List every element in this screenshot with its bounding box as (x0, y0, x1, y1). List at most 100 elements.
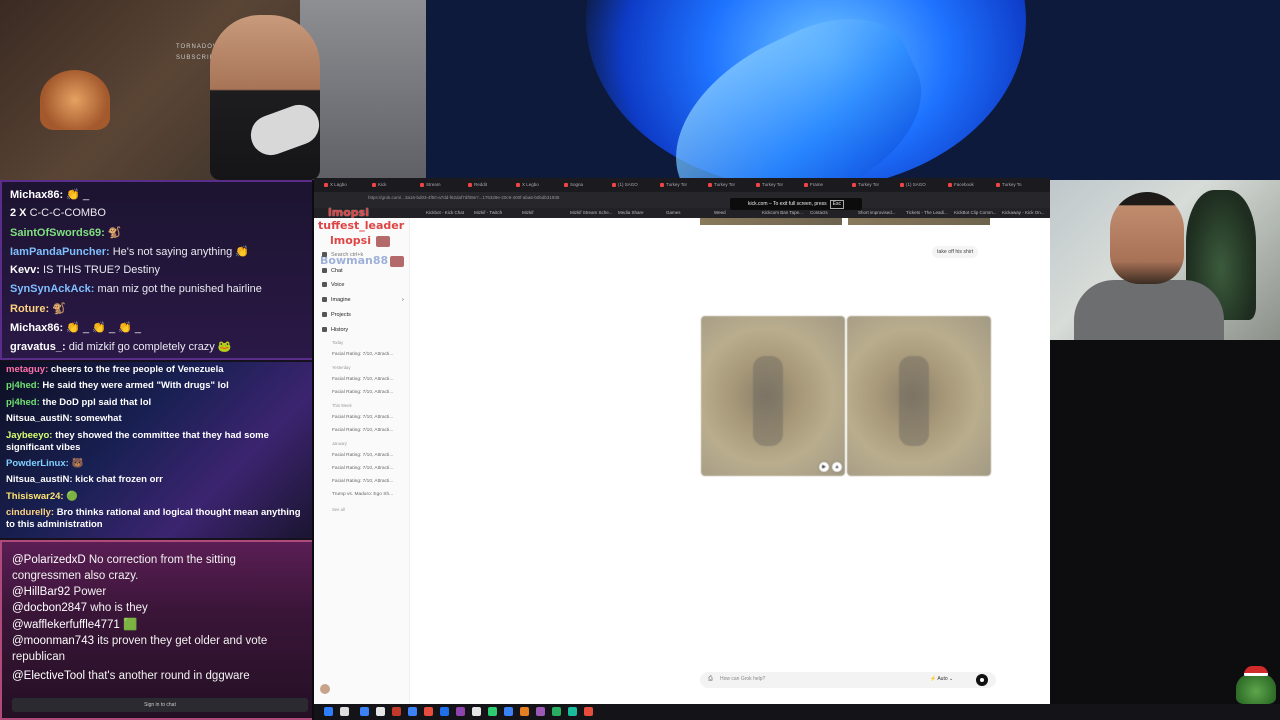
bookmark-item[interactable]: Media Share (618, 210, 644, 215)
play-icon[interactable]: ▶ (819, 462, 829, 472)
lock-icon[interactable]: ▲ (832, 462, 842, 472)
send-button[interactable] (976, 674, 988, 686)
taskbar-app-icon[interactable] (584, 707, 593, 716)
browser-tab[interactable]: Frame (802, 180, 850, 190)
model-mode-select[interactable]: ⚡ Auto ⌄ (930, 676, 953, 682)
composer-placeholder[interactable]: How can Grok help? (720, 676, 765, 682)
history-item[interactable]: Facial Rating: 7/10, Attracti... (332, 377, 393, 382)
bookmark-item[interactable]: Kickbot - Kick Chat (426, 210, 464, 215)
taskbar-app-icon[interactable] (520, 707, 529, 716)
user-avatar[interactable] (320, 684, 330, 694)
chat-message: @PolarizedxD No correction from the sitt… (12, 552, 304, 584)
taskbar-app-icon[interactable] (504, 707, 513, 716)
chat-message: cindurelly: Bro thinks rational and logi… (6, 507, 306, 531)
fullscreen-toast: kick.com – To exit full screen, press Esc (730, 198, 862, 210)
address-bar[interactable]: https://grok.com/...3a16-bd03-4f50-a7dd-… (314, 192, 1050, 208)
chat-message: Jaybeeyo: they showed the committee that… (6, 430, 306, 454)
sign-in-to-chat-button[interactable]: Sign in to chat (12, 698, 308, 712)
chat-username: Nitsua_austiN: (6, 474, 73, 485)
santa-frog-emote (1236, 666, 1276, 704)
chat-username: @PolarizedxD (12, 554, 86, 566)
chat-username: Nitsua_austiN: (6, 413, 73, 424)
browser-tab[interactable]: Sogna (562, 180, 610, 190)
taskbar-app-icon[interactable] (472, 707, 481, 716)
taskbar-app-icon[interactable] (488, 707, 497, 716)
browser-tab[interactable]: Stream (418, 180, 466, 190)
sidebar-item-voice[interactable]: Voice (322, 282, 344, 288)
volume-icon[interactable] (340, 707, 349, 716)
chat-text: 🐻 (71, 458, 84, 469)
browser-tab[interactable]: Reddit (466, 180, 514, 190)
taskbar-app-icon[interactable] (360, 707, 369, 716)
taskbar-app-icon[interactable] (568, 707, 577, 716)
taskbar-app-icon[interactable] (376, 707, 385, 716)
taskbar-app-icon[interactable] (440, 707, 449, 716)
chat-panel: Michax86: 👏 _ 2 X C-C-C-COMBO SaintOfSword… (0, 180, 312, 720)
bookmark-item[interactable]: Games (666, 210, 681, 215)
history-item[interactable]: Facial Rating: 7/10, Attracti... (332, 352, 393, 357)
sidebar-item-history[interactable]: History (322, 327, 348, 333)
chat-username: metaguy: (6, 364, 49, 375)
bookmark-item[interactable]: Mizkif Stream Sche... (570, 210, 613, 215)
grok-composer[interactable]: ⎙ How can Grok help? ⚡ Auto ⌄ (700, 672, 996, 688)
taskbar-app-icon[interactable] (392, 707, 401, 716)
history-item[interactable]: Facial Rating: 7/10, Attracti... (332, 466, 393, 471)
sidebar-item-chat[interactable]: Chat (322, 268, 343, 274)
history-item[interactable]: Trump vs. Maduro: Ego Sh... (332, 492, 393, 497)
taskbar-app-icon[interactable] (552, 707, 561, 716)
search-icon (322, 252, 327, 258)
bookmark-item[interactable]: Tickets - The Leadi... (906, 210, 948, 215)
history-item[interactable]: Facial Rating: 7/10, Attracti... (332, 428, 393, 433)
history-item[interactable]: Facial Rating: 7/10, Attracti... (332, 390, 393, 395)
browser-tab[interactable]: Turkey Tor (850, 180, 898, 190)
taskbar-app-icon[interactable] (536, 707, 545, 716)
taskbar-app-icon[interactable] (408, 707, 417, 716)
chevron-right-icon[interactable]: › (402, 297, 404, 303)
taskbar-app-icon[interactable] (424, 707, 433, 716)
chat-message: Nitsua_austiN: somewhat (6, 413, 306, 425)
play-icon[interactable] (324, 707, 333, 716)
bookmark-item[interactable]: Kickaway - Kick On... (1002, 210, 1045, 215)
browser-tab[interactable]: X Legbo (514, 180, 562, 190)
bookmark-item[interactable]: Contacts (810, 210, 828, 215)
bookmark-item[interactable]: Short improvised... (858, 210, 896, 215)
browser-tab[interactable]: Turkey Tor (658, 180, 706, 190)
chat-username: cindurelly: (6, 507, 55, 518)
browser-tab[interactable]: (1) SAGO (898, 180, 946, 190)
history-item[interactable]: Facial Rating: 7/10, Attracti... (332, 453, 393, 458)
browser-tab[interactable]: Turkey Tor (754, 180, 802, 190)
browser-tab[interactable]: X Lagbo (322, 180, 370, 190)
sidebar-item-imagine[interactable]: Imagine › (322, 297, 404, 303)
search-field[interactable]: Search ctrl+k (322, 252, 363, 258)
bookmark-item[interactable]: Weed (714, 210, 726, 215)
chat-username: 2 X (10, 207, 27, 219)
browser-tab[interactable]: Kick (370, 180, 418, 190)
browser-tab[interactable]: (1) SAGO (610, 180, 658, 190)
url-text[interactable]: https://grok.com/...3a16-bd03-4f50-a7dd-… (368, 195, 559, 200)
generated-image[interactable] (847, 316, 991, 476)
bookmark-item[interactable]: Kickcom Ban Tape... (762, 210, 803, 215)
bookmark-item[interactable]: KickBot Clip Comm... (954, 210, 997, 215)
chat-username: Thisiswar24: (6, 491, 64, 502)
bookmark-item[interactable]: Mizkif - Twitch (474, 210, 502, 215)
streamer (210, 15, 320, 180)
history-group-heading: Yesterday (332, 365, 351, 370)
emote-icon (390, 256, 404, 267)
taskbar-app-icon[interactable] (456, 707, 465, 716)
previous-image-strip (848, 218, 990, 225)
bookmark-item[interactable]: Mizkif (522, 210, 534, 215)
attach-icon[interactable]: ⎙ (708, 676, 713, 683)
generated-image[interactable]: ▶ ▲ (701, 316, 845, 476)
streamer-webcam: TORNADOVERNER SUBSCRIBER (0, 0, 426, 180)
browser-tab[interactable]: Turkey To (994, 180, 1042, 190)
chat-username: SynSynAckAck: (10, 283, 95, 295)
browser-tab[interactable]: Turkey Tor (706, 180, 754, 190)
chat-message: @wafflekerfuffle4771 🟩 (12, 617, 304, 633)
sidebar-item-projects[interactable]: Projects (322, 312, 351, 318)
see-all-link[interactable]: See all (332, 507, 345, 512)
history-item[interactable]: Facial Rating: 7/10, Attracti... (332, 479, 393, 484)
browser-tab[interactable]: Facebook (946, 180, 994, 190)
history-item[interactable]: Facial Rating: 7/10, Attracti... (332, 415, 393, 420)
image-figure (753, 356, 783, 446)
chat-username: Michax86: (10, 189, 64, 201)
